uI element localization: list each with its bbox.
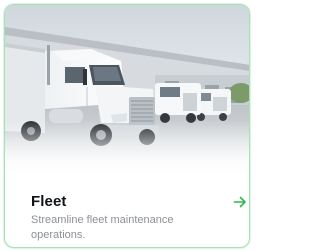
fleet-image (5, 5, 249, 175)
image-fade-overlay (5, 120, 249, 175)
card-description: Streamline fleet maintenance operations. (31, 214, 174, 241)
arrow-right-icon[interactable] (233, 195, 247, 209)
card-title: Fleet (31, 193, 67, 210)
fleet-card[interactable]: Fleet Streamline fleet maintenance opera… (4, 4, 250, 248)
